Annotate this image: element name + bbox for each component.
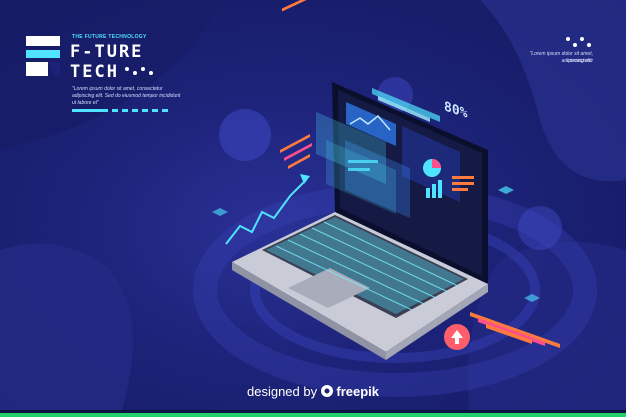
- credit-prefix: designed by: [246, 384, 318, 399]
- illustration-canvas: THE FUTURE TECHNOLOGY F-TURE TECH "Lorem…: [0, 0, 626, 417]
- credit-brand: freepik: [336, 384, 379, 399]
- credit-text: designed by freepik: [0, 384, 626, 399]
- freepik-logo-icon: [320, 385, 333, 397]
- bottom-accent-strip: [0, 413, 626, 417]
- laptop-illustration: [212, 0, 560, 360]
